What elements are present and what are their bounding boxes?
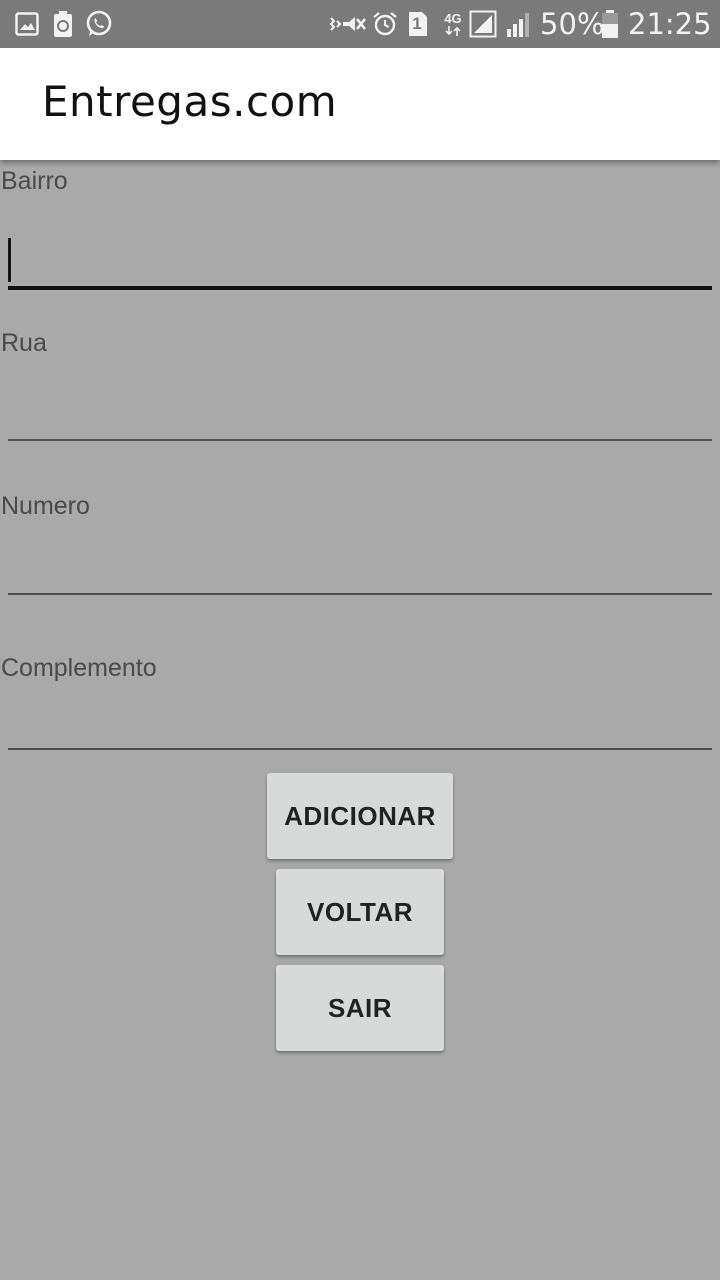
recycle-battery-icon (52, 10, 74, 38)
rua-label: Rua (1, 329, 47, 357)
clock: 21:25 (628, 7, 712, 41)
numero-input[interactable] (8, 533, 712, 595)
network-label: 4G (444, 11, 462, 26)
complemento-input[interactable] (8, 688, 712, 750)
sair-button[interactable]: SAIR (276, 965, 444, 1051)
app-bar: Entregas.com (0, 48, 720, 160)
rua-input[interactable] (8, 379, 712, 441)
signal-icon (468, 10, 498, 38)
text-cursor (8, 238, 11, 282)
alarm-icon (372, 10, 398, 38)
sim-icon: 1 (406, 10, 430, 38)
voltar-button[interactable]: VOLTAR (276, 869, 444, 955)
vibrate-icon (328, 10, 368, 38)
adicionar-button[interactable]: ADICIONAR (267, 773, 453, 859)
network-4g-icon: 4G (440, 10, 466, 38)
whatsapp-icon (84, 10, 114, 38)
bairro-input[interactable] (8, 226, 712, 290)
bairro-label: Bairro (1, 167, 68, 195)
battery-icon (600, 10, 620, 38)
signal-icon (504, 10, 534, 38)
gallery-icon (14, 10, 40, 38)
numero-label: Numero (1, 492, 90, 520)
status-bar: 1 4G 50% 21:25 (0, 0, 720, 48)
complemento-label: Complemento (1, 654, 157, 682)
battery-percent: 50% (540, 7, 605, 41)
app-title: Entregas.com (42, 77, 338, 126)
sim-number: 1 (412, 14, 422, 33)
